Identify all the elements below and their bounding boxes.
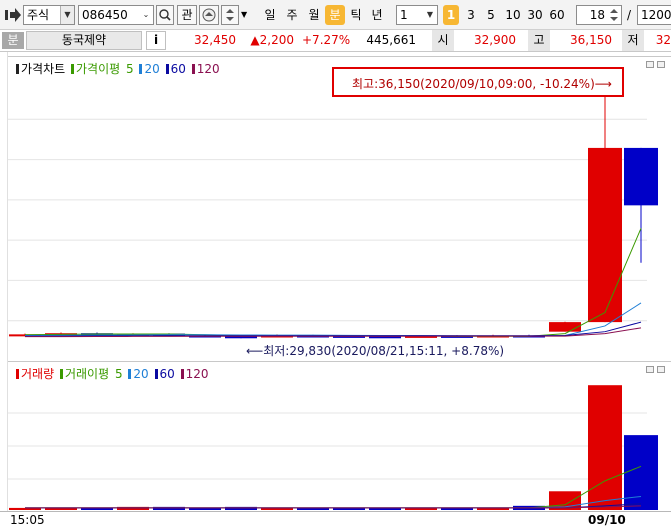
high-label: 고 — [528, 30, 550, 51]
legend-vma5: 5 — [114, 367, 123, 381]
legend-marker-icon — [16, 369, 19, 379]
chevron-down-icon[interactable]: ▼ — [60, 6, 74, 24]
stock-name: 동국제약 — [26, 31, 142, 50]
period-week[interactable]: 주 — [283, 5, 301, 25]
legend-vma120: 120 — [185, 367, 209, 381]
volume-chart-panel[interactable]: 거래량 거래이평 5 20 60 120 — [8, 361, 671, 511]
legend-marker-icon — [59, 369, 63, 379]
ma-line-20 — [24, 302, 642, 337]
chevron-down-icon[interactable]: ⌄ — [139, 6, 153, 24]
minute-1[interactable]: 1 — [443, 5, 459, 25]
legend-price-title: 가격차트 — [21, 62, 66, 76]
candle-body — [624, 147, 658, 206]
period-year[interactable]: 년 — [368, 5, 386, 25]
minute-5[interactable]: 5 — [483, 5, 499, 25]
search-icon — [159, 9, 171, 21]
low-label: 저 — [622, 30, 644, 51]
volume-legend: 거래량 거래이평 5 20 60 120 — [16, 365, 211, 382]
vma-line-5 — [25, 465, 642, 509]
high-annotation: 최고:36,150(2020/09/10,09:00, -10.24%)⟶ — [352, 77, 612, 91]
legend-ma20: 20 — [144, 62, 160, 76]
legend-volume-title: 거래량 — [21, 367, 55, 381]
legend-ma120: 120 — [196, 62, 220, 76]
period-tick[interactable]: 틱 — [347, 5, 365, 25]
chevron-down-icon[interactable]: ▼ — [241, 5, 251, 25]
volume-value: 445,661 — [366, 33, 416, 47]
legend-vma60: 60 — [159, 367, 175, 381]
legend-marker-icon — [165, 64, 169, 74]
low-value: 32 — [655, 33, 671, 47]
legend-ma5: 5 — [126, 62, 134, 76]
volume-bar — [153, 506, 185, 510]
high-value: 36,150 — [570, 33, 612, 47]
total-count-input[interactable]: 1200 — [637, 5, 671, 25]
low-annotation: ⟵최저:29,830(2020/08/21,15:11, +8.78%) — [246, 342, 505, 359]
interval-select[interactable]: 1 ▼ — [396, 5, 438, 25]
legend-marker-icon — [191, 64, 195, 74]
interest-button[interactable]: 관 — [177, 5, 197, 25]
open-value: 32,900 — [474, 33, 516, 47]
mode-label: 분 — [2, 32, 24, 49]
info-button[interactable]: i — [146, 31, 166, 50]
panel-close-button[interactable] — [657, 366, 665, 373]
spin-icon[interactable] — [608, 7, 620, 23]
main-toolbar: 주식 ▼ 086450 ⌄ 관 ▼ 일 주 월 분 틱 년 1 ▼ 1 3 5 … — [0, 0, 671, 30]
volume-bar — [588, 385, 622, 510]
open-label: 시 — [432, 30, 454, 51]
market-select-value: 주식 — [27, 8, 50, 22]
order-button[interactable] — [199, 5, 219, 25]
volume-chart-canvas[interactable] — [8, 362, 671, 512]
legend-marker-icon — [154, 369, 158, 379]
minute-30[interactable]: 30 — [525, 5, 545, 25]
ma-line-5 — [24, 228, 642, 337]
panel-close-button[interactable] — [657, 61, 665, 68]
stock-code-input[interactable]: 086450 ⌄ — [78, 5, 154, 25]
legend-marker-icon — [180, 369, 184, 379]
legend-marker-icon — [139, 64, 143, 74]
chart-window: 주식 ▼ 086450 ⌄ 관 ▼ 일 주 월 분 틱 년 1 ▼ 1 3 5 … — [0, 0, 671, 527]
legend-marker-icon — [16, 64, 19, 74]
current-price: 32,450 — [194, 33, 236, 47]
interval-value: 1 — [400, 8, 408, 22]
price-chart-canvas[interactable] — [8, 57, 671, 361]
left-margin — [0, 52, 8, 512]
search-button[interactable] — [156, 5, 174, 25]
xaxis-left-label: 15:05 — [10, 513, 45, 527]
link-arrow-icon[interactable] — [4, 5, 22, 25]
volume-bar — [624, 435, 658, 510]
panel-minimize-button[interactable] — [646, 61, 654, 68]
volume-bar — [117, 506, 149, 510]
period-day[interactable]: 일 — [261, 5, 279, 25]
minute-3[interactable]: 3 — [463, 5, 479, 25]
up-down-stepper[interactable] — [221, 5, 239, 25]
price-change: ▲2,200 — [250, 33, 294, 47]
minute-60[interactable]: 60 — [547, 5, 567, 25]
panel-minimize-button[interactable] — [646, 366, 654, 373]
change-percent: +7.27% — [302, 33, 351, 47]
market-select[interactable]: 주식 ▼ — [23, 5, 75, 25]
candle-body — [549, 322, 581, 332]
period-month[interactable]: 월 — [305, 5, 323, 25]
legend-vma-title: 거래이평 — [64, 367, 110, 381]
candle-body — [588, 147, 622, 323]
order-icon — [202, 8, 216, 22]
period-minute[interactable]: 분 — [325, 5, 345, 25]
volume-bar — [225, 506, 257, 510]
quote-bar: 분 동국제약 i 32,450 ▲2,200 +7.27% 445,661 시 … — [0, 30, 671, 52]
price-chart-panel[interactable]: 가격차트 가격이평 5 20 60 120 — [8, 56, 671, 360]
count-separator: / — [627, 8, 632, 22]
count-value: 18 — [589, 8, 605, 22]
xaxis-right-label: 09/10 — [588, 513, 626, 527]
legend-marker-icon — [128, 369, 132, 379]
legend-ma60: 60 — [170, 62, 186, 76]
legend-vma20: 20 — [133, 367, 149, 381]
stock-code-value: 086450 — [82, 8, 128, 22]
count-input[interactable]: 18 — [576, 5, 622, 25]
legend-marker-icon — [71, 64, 74, 74]
time-axis: 15:05 09/10 — [0, 511, 671, 527]
legend-ma-title: 가격이평 — [76, 62, 121, 76]
price-legend: 가격차트 가격이평 5 20 60 120 — [16, 60, 222, 77]
chevron-down-icon[interactable]: ▼ — [423, 6, 437, 24]
minute-10[interactable]: 10 — [503, 5, 523, 25]
